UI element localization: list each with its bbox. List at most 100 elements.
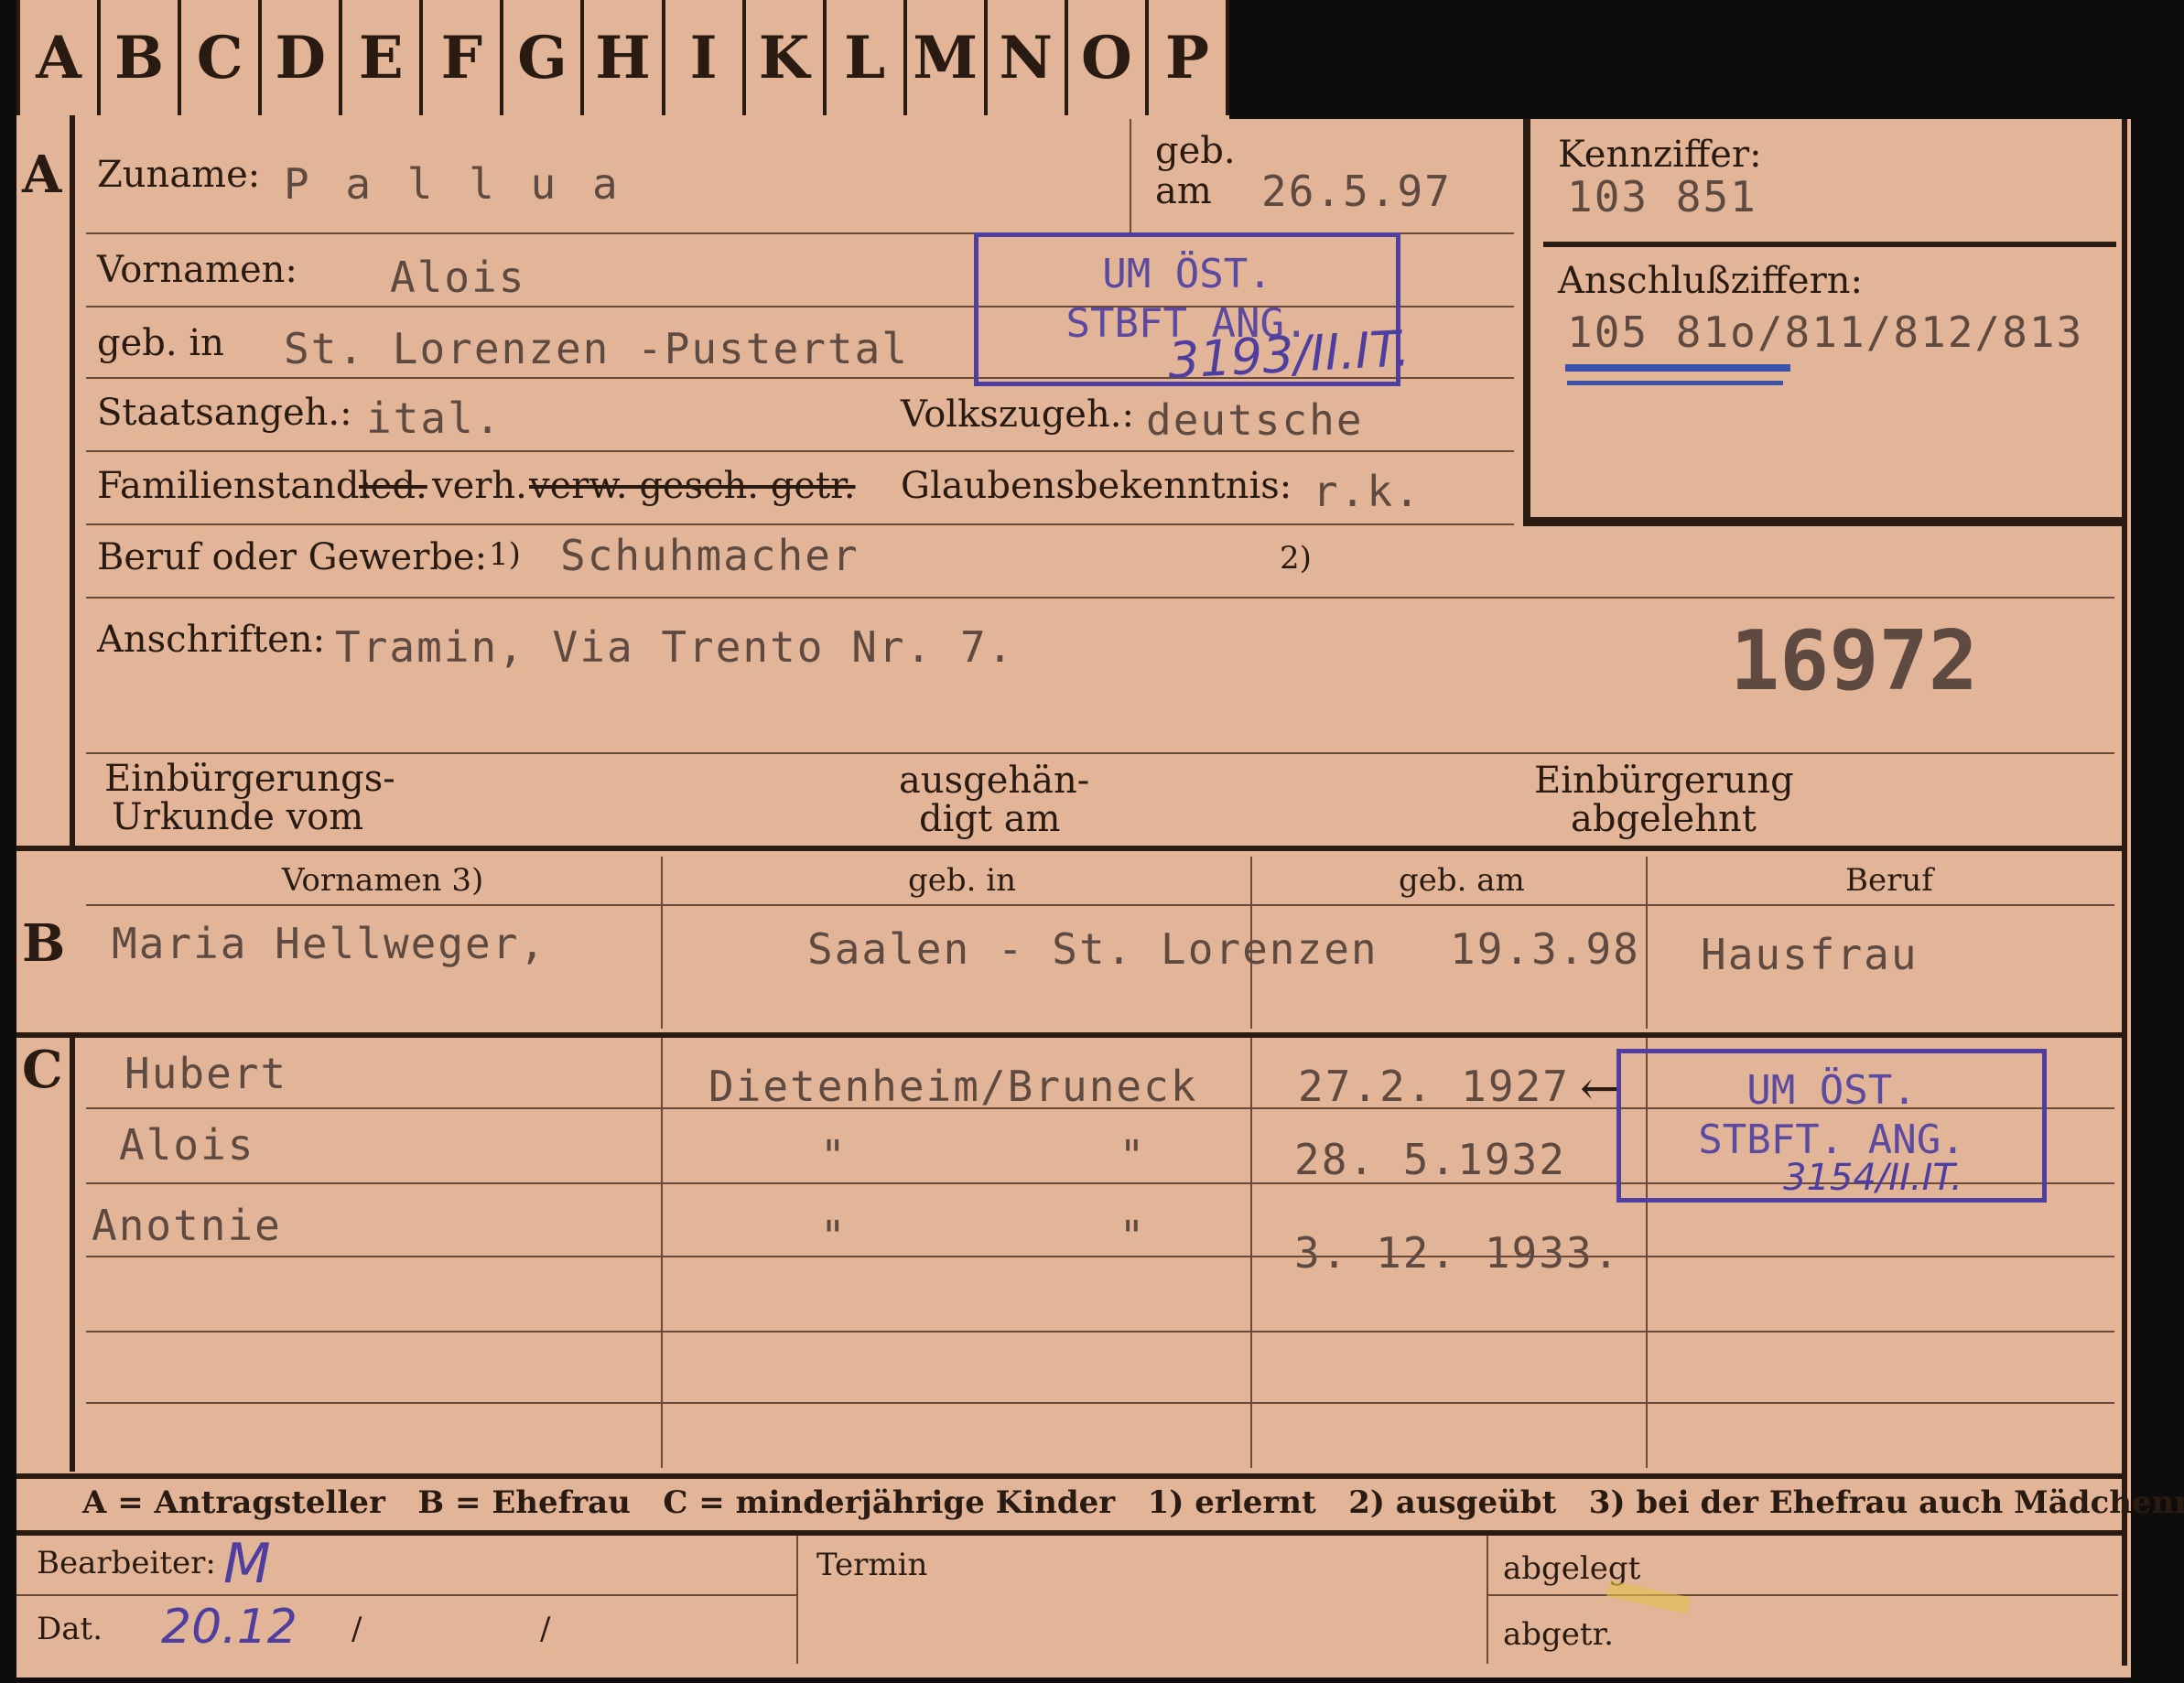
datum-slash-1: / [351, 1611, 362, 1647]
tab-d: D [262, 0, 343, 115]
tab-c: C [181, 0, 263, 115]
stamp-line-1: UM ÖST. [1746, 1067, 1917, 1114]
legend-text: A = Antragsteller B = Ehefrau C = minder… [82, 1484, 2184, 1521]
rule [796, 1536, 798, 1664]
rule [1487, 1594, 2118, 1596]
arrow-icon: ← [1580, 1062, 1620, 1117]
stamp-line-1: UM ÖST. [1102, 251, 1272, 297]
card-number: 16972 [1730, 613, 1978, 709]
b-geb-in: Saalen - St. Lorenzen [807, 924, 1379, 974]
rule [86, 1402, 2114, 1404]
datum-label: Dat. [37, 1611, 103, 1647]
tab-f: F [423, 0, 504, 115]
b-header-vornamen: Vornamen 3) [282, 862, 484, 899]
rule [86, 523, 1514, 525]
vornamen-value: Alois [390, 253, 526, 302]
left-margin-line-c [70, 1032, 75, 1472]
tab-l: L [827, 0, 907, 115]
kennziffer-value: 103 851 [1567, 172, 1757, 221]
c-row-1-ort: Dietenheim/Bruneck [708, 1062, 1198, 1111]
einbuergerungs-label-2: Urkunde vom [112, 796, 364, 838]
c-row-3-ort: " " [820, 1212, 1147, 1261]
geb-am-value: 26.5.97 [1261, 167, 1452, 216]
section-divider [16, 1032, 2122, 1038]
rule [86, 1331, 2114, 1332]
tab-e: E [342, 0, 424, 115]
tab-o: O [1068, 0, 1149, 115]
stamp-handwritten-number-2: 3154/II.IT. [1783, 1157, 1962, 1199]
glaubens-label: Glaubensbekenntnis: [901, 465, 1292, 507]
abgelegt-label: abgelegt [1503, 1550, 1641, 1587]
familienstand-led: led. [359, 465, 427, 507]
rule [86, 752, 2114, 754]
datum-value: 20.12 [161, 1600, 297, 1655]
c-row-2-datum: 28. 5.1932 [1294, 1135, 1566, 1184]
right-edge-line [2122, 119, 2127, 1666]
tab-k: K [746, 0, 827, 115]
tab-p: P [1149, 0, 1229, 115]
bearbeiter-initial: M [223, 1532, 271, 1596]
rule [86, 597, 2114, 599]
b-vorname: Maria Hellweger, [112, 919, 547, 968]
tab-i: I [665, 0, 746, 115]
c-row-3-name: Anotnie [92, 1201, 282, 1250]
rule [86, 450, 1514, 452]
section-divider [16, 1530, 2122, 1536]
alphabet-tabs: ABCDEFGHIKLMNOP [16, 0, 1229, 115]
tab-h: H [584, 0, 665, 115]
anschlussziffern-value: 105 81o/811/812/813 [1567, 307, 2084, 357]
zuname-label: Zuname: [97, 154, 261, 196]
beruf-value: Schuhmacher [560, 531, 860, 580]
termin-label: Termin [816, 1547, 928, 1583]
vornamen-label: Vornamen: [97, 249, 297, 291]
background-strip [1229, 0, 2184, 119]
volkszugeh-value: deutsche [1146, 395, 1364, 445]
tab-m: M [907, 0, 988, 115]
c-row-2-name: Alois [119, 1120, 255, 1170]
rule [16, 1594, 796, 1596]
b-beruf: Hausfrau [1701, 930, 1919, 979]
section-c-letter: C [22, 1040, 63, 1100]
left-margin-line [70, 115, 75, 846]
b-header-geb-am: geb. am [1399, 862, 1525, 899]
ausgehaendigt-label-2: digt am [919, 798, 1061, 840]
abgetr-label: abgetr. [1503, 1616, 1614, 1653]
anschriften-value: Tramin, Via Trento Nr. 7. [335, 622, 1015, 672]
rule [1487, 1536, 1488, 1664]
beruf-footnote-2: 2) [1280, 540, 1312, 577]
familienstand-label: Familienstand: [97, 465, 372, 507]
tab-g: G [503, 0, 585, 115]
beruf-label: Beruf oder Gewerbe: [97, 536, 488, 578]
b-header-geb-in: geb. in [908, 862, 1017, 899]
tab-n: N [988, 0, 1068, 115]
glaubens-value: r.k. [1313, 467, 1422, 516]
staatsangeh-value: ital. [366, 394, 503, 443]
volkszugeh-label: Volkszugeh.: [901, 394, 1134, 436]
b-geb-am: 19.3.98 [1450, 924, 1640, 974]
anschriften-label: Anschriften: [97, 619, 326, 661]
familienstand-verh: verh. [432, 465, 527, 507]
einbuergerungs-label-1: Einbürgerungs- [104, 758, 395, 800]
beruf-footnote-1: 1) [489, 536, 521, 573]
familienstand-struck: verw. gesch. getr. [529, 465, 856, 507]
c-row-3-datum: 3. 12. 1933. [1294, 1228, 1621, 1278]
blue-underline [1565, 364, 1790, 372]
ausgehaendigt-label-1: ausgehän- [899, 760, 1090, 802]
abgelehnt-label-2: abgelehnt [1571, 798, 1757, 840]
rule [1543, 242, 2116, 247]
geb-in-value: St. Lorenzen -Pustertal [284, 324, 909, 373]
section-divider [16, 846, 2122, 851]
c-row-1-datum: 27.2. 1927 [1298, 1062, 1570, 1111]
section-b-letter: B [22, 913, 66, 974]
b-header-beruf: Beruf [1845, 862, 1933, 899]
c-row-1-name: Hubert [124, 1049, 288, 1098]
datum-slash-2: / [540, 1611, 551, 1647]
rule [1646, 857, 1648, 1029]
kennziffer-label: Kennziffer: [1558, 134, 1762, 176]
zuname-value: P a l l u a [284, 159, 623, 209]
anschlussziffern-label: Anschlußziffern: [1558, 260, 1863, 302]
bearbeiter-label: Bearbeiter: [37, 1545, 216, 1581]
blue-underline [1567, 381, 1783, 385]
c-row-2-ort: " " [820, 1131, 1147, 1181]
geb-label: geb. [1155, 130, 1236, 172]
